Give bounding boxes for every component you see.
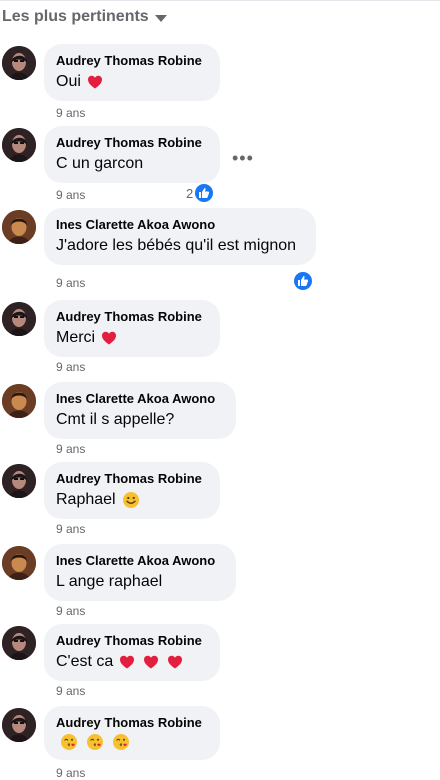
- comment-author[interactable]: Audrey Thomas Robine: [56, 134, 208, 151]
- sort-dropdown[interactable]: Les plus pertinents: [2, 8, 167, 26]
- comment-text: Oui: [56, 71, 208, 92]
- kiss-emoji-icon: [61, 734, 77, 750]
- comment-bubble: Audrey Thomas Robine Merci: [44, 300, 220, 357]
- comment-bubble: Ines Clarette Akoa Awono L ange raphael: [44, 544, 236, 601]
- comment-bubble: Ines Clarette Akoa Awono Cmt il s appelle…: [44, 382, 236, 439]
- comment-text: Raphael: [56, 489, 208, 510]
- avatar[interactable]: [2, 384, 36, 418]
- like-icon: [294, 272, 312, 290]
- reaction-number: 2: [186, 185, 194, 201]
- comment-bubble: Audrey Thomas Robine C un garcon: [44, 126, 220, 183]
- comment-text-content: C un garcon: [56, 155, 144, 172]
- sort-label: Les plus pertinents: [2, 8, 149, 25]
- avatar[interactable]: [2, 626, 36, 660]
- like-icon: [195, 184, 214, 202]
- comment-bubble: Audrey Thomas Robine C'est ca: [44, 624, 220, 681]
- comment-timestamp[interactable]: 9 ans: [56, 276, 85, 290]
- heart-emoji-icon: [87, 75, 102, 88]
- avatar[interactable]: [2, 128, 36, 162]
- comment-bubble: Audrey Thomas Robine: [44, 706, 220, 760]
- comment-author[interactable]: Ines Clarette Akoa Awono: [56, 216, 304, 233]
- comment-timestamp[interactable]: 9 ans: [56, 522, 85, 536]
- reaction-count[interactable]: [294, 272, 312, 290]
- comment-timestamp[interactable]: 9 ans: [56, 684, 85, 698]
- comment-author[interactable]: Audrey Thomas Robine: [56, 470, 208, 487]
- comment-author[interactable]: Audrey Thomas Robine: [56, 52, 208, 69]
- comment-text: [56, 733, 208, 751]
- comment-text: Merci: [56, 327, 208, 348]
- comment-text-content: J'adore les bébés qu'il est mignon: [56, 237, 297, 254]
- heart-emoji-icon: [102, 331, 117, 344]
- comment-text-content: Oui: [56, 73, 81, 90]
- comment-author[interactable]: Ines Clarette Akoa Awono: [56, 552, 224, 569]
- smile-emoji-icon: [122, 491, 139, 508]
- comment-author[interactable]: Audrey Thomas Robine: [56, 714, 208, 731]
- heart-emoji-icon: [144, 655, 159, 668]
- kiss-emoji-icon: [87, 734, 103, 750]
- caret-down-icon: [154, 14, 167, 22]
- heart-emoji-icon: [168, 655, 183, 668]
- comment-text: J'adore les bébés qu'il est mignon: [56, 235, 304, 256]
- comment-bubble: Ines Clarette Akoa Awono J'adore les bébé…: [44, 208, 316, 265]
- comment-timestamp[interactable]: 9 ans: [56, 188, 85, 202]
- kiss-emoji-icon: [113, 734, 129, 750]
- avatar[interactable]: [2, 708, 36, 742]
- comment-bubble: Audrey Thomas Robine Oui: [44, 44, 220, 101]
- avatar[interactable]: [2, 46, 36, 80]
- reaction-count[interactable]: 2: [186, 184, 214, 202]
- comment-text: Cmt il s appelle?: [56, 409, 224, 430]
- more-options-button[interactable]: •••: [232, 148, 254, 169]
- comment-timestamp[interactable]: 9 ans: [56, 442, 85, 456]
- comment-author[interactable]: Audrey Thomas Robine: [56, 308, 208, 325]
- avatar[interactable]: [2, 464, 36, 498]
- comment-text-content: Merci: [56, 329, 96, 346]
- comment-text-content: L ange raphael: [56, 573, 163, 590]
- avatar[interactable]: [2, 546, 36, 580]
- comment-text: L ange raphael: [56, 571, 224, 592]
- comment-author[interactable]: Audrey Thomas Robine: [56, 632, 208, 649]
- comment-timestamp[interactable]: 9 ans: [56, 106, 85, 120]
- avatar[interactable]: [2, 302, 36, 336]
- comment-text-content: Raphael: [56, 491, 116, 508]
- comment-timestamp[interactable]: 9 ans: [56, 604, 85, 618]
- avatar[interactable]: [2, 210, 36, 244]
- comment-timestamp[interactable]: 9 ans: [56, 360, 85, 374]
- comment-bubble: Audrey Thomas Robine Raphael: [44, 462, 220, 519]
- comment-text-content: C'est ca: [56, 653, 114, 670]
- heart-emoji-icon: [120, 655, 135, 668]
- comment-text-content: Cmt il s appelle?: [56, 411, 175, 428]
- top-divider: [0, 0, 440, 1]
- comment-text: C un garcon: [56, 153, 208, 174]
- comment-text: C'est ca: [56, 651, 208, 672]
- comment-author[interactable]: Ines Clarette Akoa Awono: [56, 390, 224, 407]
